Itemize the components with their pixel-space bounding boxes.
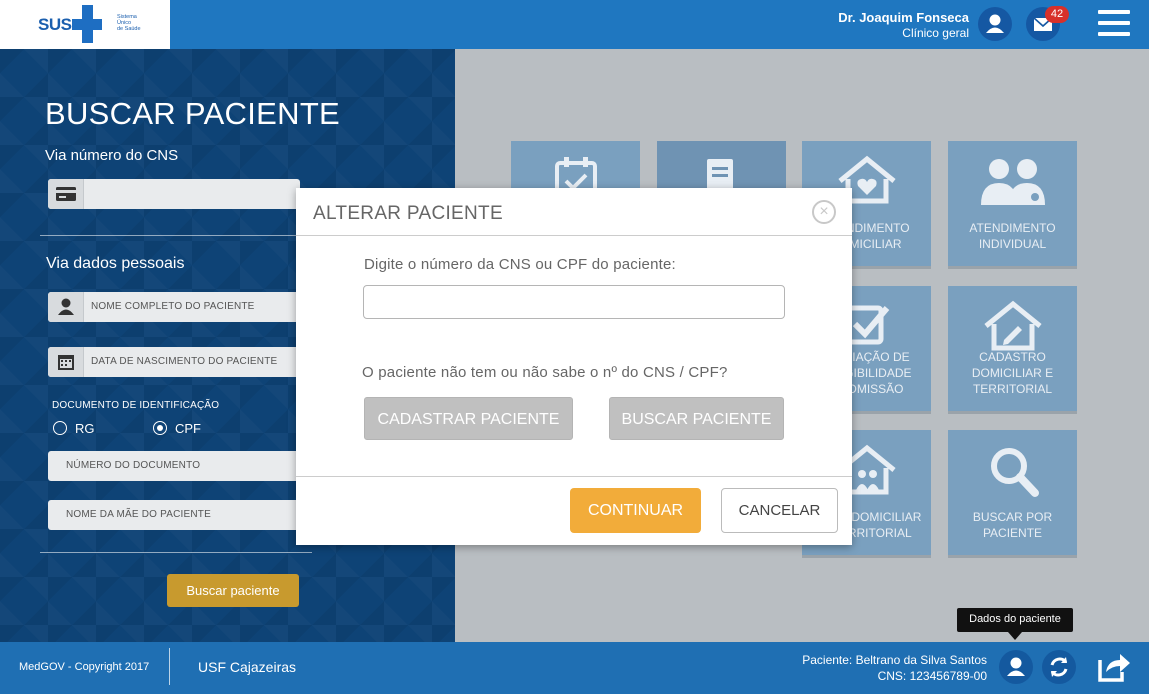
home-pencil-icon <box>983 300 1042 351</box>
exit-button[interactable] <box>1096 650 1132 684</box>
logo-brand: SUS <box>38 15 72 34</box>
birth-date-input[interactable]: DATA DE NASCIMENTO DO PACIENTE <box>48 347 300 377</box>
cancel-button[interactable]: CANCELAR <box>721 488 838 533</box>
person-icon <box>48 292 84 322</box>
radio-cpf[interactable] <box>153 421 167 435</box>
continue-button[interactable]: CONTINUAR <box>570 488 701 533</box>
patient-name: Paciente: Beltrano da Silva Santos <box>802 653 987 667</box>
user-info: Dr. Joaquim Fonseca Clínico geral <box>838 10 969 40</box>
modal-title: ALTERAR PACIENTE <box>313 203 503 224</box>
user-icon <box>1007 657 1025 676</box>
mother-name-input[interactable]: NOME DA MÃE DO PACIENTE <box>48 500 300 530</box>
sus-logo[interactable]: SUS Sistema Único de Saúde <box>0 0 170 49</box>
close-icon[interactable]: × <box>812 200 836 224</box>
current-patient-info: Paciente: Beltrano da Silva Santos CNS: … <box>802 652 987 684</box>
cross-icon <box>72 5 102 43</box>
patient-cns: CNS: 123456789-00 <box>877 669 987 683</box>
messages-badge: 42 <box>1045 6 1069 23</box>
refresh-icon <box>1050 657 1068 677</box>
health-unit: USF Cajazeiras <box>198 659 297 675</box>
patient-data-tooltip: Dados do paciente <box>957 608 1073 640</box>
search-patient-modal-button[interactable]: BUSCAR PACIENTE <box>609 397 784 440</box>
modal-question: O paciente não tem ou não sabe o nº do C… <box>362 364 728 381</box>
modal-divider <box>296 476 852 477</box>
tile-search-patient[interactable]: BUSCAR POR PACIENTE <box>948 430 1077 555</box>
menu-icon[interactable] <box>1098 10 1130 36</box>
radio-cpf-label: CPF <box>175 421 201 436</box>
register-patient-button[interactable]: CADASTRAR PACIENTE <box>364 397 573 440</box>
switch-patient-button[interactable] <box>1042 650 1076 684</box>
profile-button[interactable] <box>978 7 1012 41</box>
user-icon <box>986 14 1004 33</box>
radio-rg-label: RG <box>75 421 95 436</box>
document-number-input[interactable]: NÚMERO DO DOCUMENTO <box>48 451 300 481</box>
share-exit-icon <box>1098 654 1130 682</box>
magnifier-icon <box>990 448 1039 497</box>
top-bar: SUS Sistema Único de Saúde Dr. Joaquim F… <box>0 0 1149 49</box>
patient-data-button[interactable] <box>999 650 1033 684</box>
card-icon <box>48 179 84 209</box>
personal-section-label: Via dados pessoais <box>46 255 185 272</box>
change-patient-modal: ALTERAR PACIENTE × Digite o número da CN… <box>296 188 852 545</box>
cns-section-label: Via número do CNS <box>45 147 179 164</box>
tile-home-registration[interactable]: CADASTRO DOMICILIAR E TERRITORIAL <box>948 286 1077 411</box>
full-name-input[interactable]: NOME COMPLETO DO PACIENTE <box>48 292 300 322</box>
panel-title: BUSCAR PACIENTE <box>45 96 341 131</box>
cns-input[interactable] <box>48 179 300 209</box>
bottom-bar: MedGOV - Copyright 2017 USF Cajazeiras P… <box>0 642 1149 694</box>
cns-cpf-input[interactable] <box>363 285 785 319</box>
user-name: Dr. Joaquim Fonseca <box>838 10 969 25</box>
radio-rg[interactable] <box>53 421 67 435</box>
modal-prompt: Digite o número da CNS ou CPF do pacient… <box>364 256 676 273</box>
divider <box>40 552 312 553</box>
calendar-icon <box>48 347 84 377</box>
tile-individual-care[interactable]: ATENDIMENTO INDIVIDUAL <box>948 141 1077 266</box>
document-type-label: DOCUMENTO DE IDENTIFICAÇÃO <box>52 400 220 411</box>
user-role: Clínico geral <box>902 26 969 40</box>
modal-divider <box>296 235 852 236</box>
logo-caption: Sistema Único de Saúde <box>117 14 141 32</box>
divider <box>40 235 312 236</box>
search-patient-button[interactable]: Buscar paciente <box>167 574 299 607</box>
copyright: MedGOV - Copyright 2017 <box>19 661 150 673</box>
doctor-patient-icon <box>980 159 1045 205</box>
divider <box>169 648 170 685</box>
